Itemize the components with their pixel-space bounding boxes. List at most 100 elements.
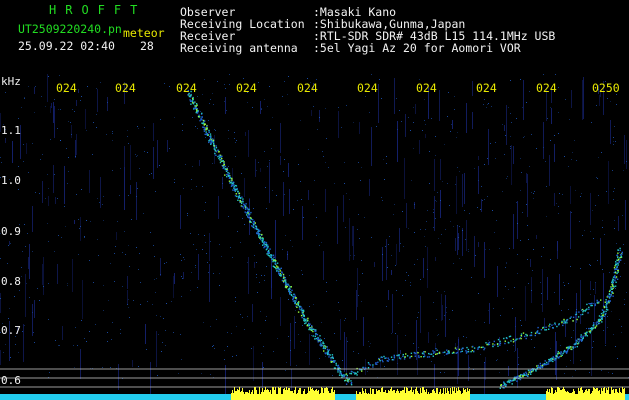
doppler-trace: [249, 221, 251, 223]
noise-streak: [406, 203, 407, 228]
spectrum-bar: [419, 394, 420, 400]
noise-speck: [112, 170, 113, 171]
doppler-trace: [189, 99, 191, 101]
doppler-trace: [284, 283, 287, 286]
doppler-trace: [201, 112, 203, 115]
faint-trace: [436, 349, 438, 351]
faint-trace: [594, 304, 596, 307]
spectrum-bar: [297, 393, 298, 400]
noise-speck: [521, 325, 522, 326]
noise-speck: [269, 86, 270, 87]
faint-trace: [466, 346, 468, 349]
spectrum-bar: [423, 387, 424, 400]
noise-speck: [582, 235, 583, 236]
spectrum-bar: [123, 394, 124, 400]
spectrum-bar: [621, 393, 622, 400]
noise-streak: [427, 247, 428, 288]
noise-speck: [323, 156, 324, 157]
doppler-trace: [302, 313, 304, 315]
noise-speck: [489, 249, 490, 250]
noise-streak: [511, 145, 512, 185]
spectrum-bar: [430, 393, 431, 400]
noise-speck: [580, 360, 581, 361]
noise-streak: [76, 100, 77, 106]
spectrum-bar: [489, 396, 490, 400]
noise-speck: [174, 117, 175, 118]
spectrum-bar: [378, 390, 379, 400]
doppler-trace: [264, 243, 267, 246]
spectrum-bar: [425, 392, 426, 400]
noise-streak: [319, 110, 320, 122]
noise-speck: [580, 268, 581, 269]
faint-trace: [588, 306, 590, 309]
doppler-trace: [289, 293, 291, 295]
noise-speck: [39, 193, 40, 194]
hrofft-logo: HROFFT: [49, 3, 147, 17]
noise-streak: [365, 359, 366, 375]
noise-speck: [484, 99, 485, 100]
noise-speck: [527, 225, 528, 226]
noise-speck: [133, 300, 134, 301]
noise-speck: [401, 357, 402, 358]
spectrum-bar: [383, 392, 384, 400]
doppler-trace: [247, 208, 249, 210]
spectrum-bar: [377, 391, 378, 400]
doppler-trace: [612, 295, 614, 297]
noise-speck: [297, 200, 298, 201]
doppler-trace: [263, 246, 265, 249]
noise-speck: [151, 173, 152, 174]
noise-speck: [5, 344, 6, 345]
doppler-trace: [334, 360, 336, 362]
noise-speck: [461, 269, 462, 270]
noise-speck: [48, 241, 49, 242]
noise-speck: [522, 107, 523, 108]
noise-speck: [228, 138, 229, 139]
noise-speck: [449, 319, 450, 320]
noise-speck: [319, 358, 320, 359]
noise-speck: [301, 270, 302, 271]
spectrum-bar: [248, 393, 249, 400]
spectrum-bar: [271, 394, 272, 400]
noise-speck: [288, 104, 289, 105]
doppler-trace: [235, 185, 238, 187]
noise-speck: [139, 168, 140, 169]
antenna-value: :5el Yagi Az 20 for Aomori VOR: [313, 41, 521, 55]
spectrum-bar: [302, 394, 303, 400]
noise-speck: [205, 202, 206, 203]
noise-speck: [215, 130, 216, 131]
doppler-trace: [553, 357, 555, 359]
doppler-trace: [606, 303, 608, 305]
spectrum-bar: [208, 396, 209, 400]
spectrum-bar: [578, 388, 579, 400]
doppler-trace: [337, 364, 340, 367]
noise-speck: [435, 155, 436, 156]
faint-trace: [414, 355, 416, 357]
noise-speck: [34, 342, 35, 343]
noise-speck: [136, 196, 137, 197]
noise-speck: [162, 342, 163, 343]
noise-speck: [77, 345, 78, 346]
faint-trace: [497, 338, 500, 341]
noise-speck: [446, 312, 447, 313]
doppler-trace: [548, 358, 550, 361]
noise-speck: [224, 84, 225, 85]
doppler-trace: [269, 248, 271, 250]
spectrum-bar: [363, 391, 364, 400]
noise-speck: [124, 231, 125, 232]
noise-speck: [358, 162, 359, 163]
doppler-trace: [598, 315, 601, 317]
spectrum-bar: [603, 388, 604, 400]
noise-speck: [316, 79, 317, 80]
noise-streak: [124, 146, 125, 167]
noise-speck: [164, 263, 165, 264]
doppler-trace: [350, 384, 353, 386]
noise-speck: [371, 74, 372, 75]
noise-streak: [80, 349, 81, 379]
doppler-trace: [317, 341, 319, 343]
noise-speck: [386, 306, 387, 307]
noise-streak: [28, 257, 29, 269]
doppler-trace: [237, 190, 239, 193]
spectrum-bar: [252, 390, 253, 400]
noise-streak: [287, 251, 288, 260]
noise-streak: [555, 332, 556, 375]
